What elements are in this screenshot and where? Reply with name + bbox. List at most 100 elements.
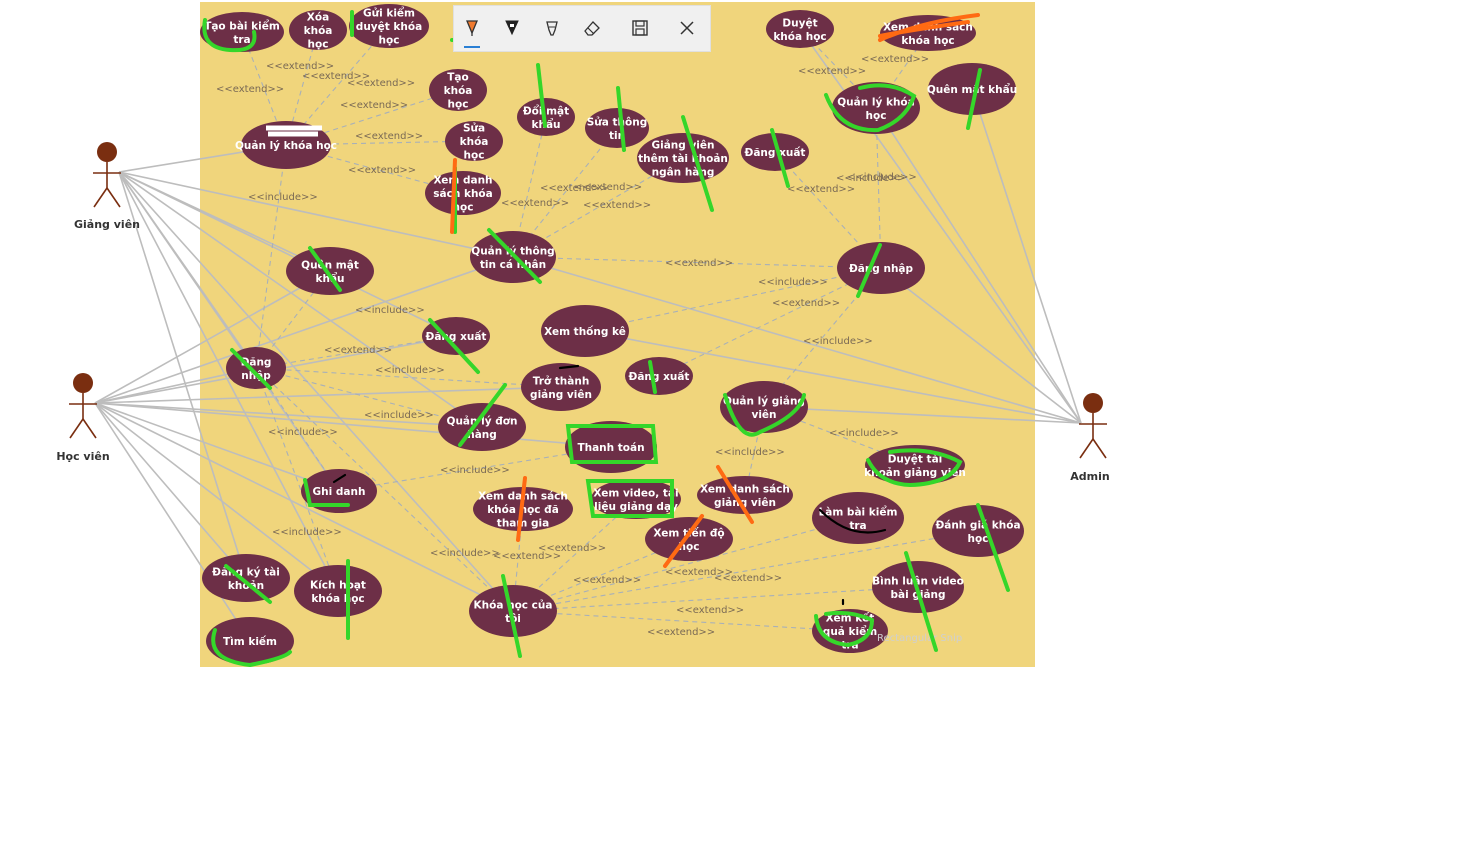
use-case-label: thêm tài khoản	[638, 153, 728, 165]
use-case-label: học	[379, 35, 400, 47]
relation-label: <<extend>>	[798, 66, 866, 77]
snip-toolbar	[453, 5, 711, 52]
use-case-label: Ghi danh	[313, 486, 366, 498]
use-case[interactable]: Đánh giá khóa học	[932, 505, 1024, 557]
use-case-label: viên	[751, 409, 776, 421]
use-case[interactable]: Đổi mậtkhẩu	[517, 98, 575, 136]
relation-label: <<extend>>	[355, 131, 423, 142]
use-case[interactable]: Quản lý đơnhàng	[438, 403, 526, 451]
relation-label: <<extend>>	[340, 100, 408, 111]
save-icon	[632, 20, 648, 36]
use-case-label: học	[448, 99, 469, 111]
use-case[interactable]: Đăng ký tàikhoản	[202, 554, 290, 602]
use-case[interactable]: Xem video, tài liệu giảng dạy	[591, 479, 681, 519]
use-case-label: Tìm kiếm	[223, 635, 277, 648]
use-case[interactable]: Làm bài kiểmtra	[812, 492, 904, 544]
use-case-label: khóa học	[773, 31, 826, 43]
use-case[interactable]: Trở thành giảng viên	[521, 363, 601, 411]
use-case-label: Duyệt tài	[888, 453, 943, 465]
use-case-label: Duyệt	[782, 17, 817, 29]
use-case[interactable]: Quản lý giảng viên	[720, 381, 808, 433]
use-case[interactable]: Duyệt khóa học	[766, 10, 834, 48]
use-case[interactable]: Xem danhsách khóahọc	[425, 171, 501, 215]
use-case-label: tham gia	[497, 518, 549, 530]
use-case[interactable]: Xem thống kê	[541, 305, 629, 357]
use-case-label: Giảng viên	[652, 140, 715, 152]
use-case[interactable]: Quên mậtkhẩu	[286, 247, 374, 295]
use-case[interactable]: Thanh toán	[565, 421, 657, 473]
use-case-label: học	[866, 110, 887, 122]
use-case-label: Thanh toán	[577, 442, 644, 454]
pencil-icon	[505, 20, 519, 36]
use-case-label: Đăng ký tài	[212, 566, 280, 578]
use-case-label: tra	[233, 34, 250, 46]
save-tool[interactable]	[624, 12, 656, 44]
relation-label: <<include>>	[758, 277, 828, 288]
relation-label: <<extend>>	[501, 198, 569, 209]
use-case[interactable]: Kích hoạt khóa học	[294, 565, 382, 617]
highlighter-tool[interactable]	[536, 12, 568, 44]
relation-label: <<include>>	[355, 305, 425, 316]
use-case-label: Đăng xuất	[426, 330, 487, 343]
use-case-label: duyệt khóa	[356, 21, 422, 33]
relation-label: <<include>>	[248, 192, 318, 203]
use-case-label: khóa	[444, 85, 473, 97]
eraser-icon	[584, 21, 600, 36]
relation-label: <<include>>	[829, 428, 899, 439]
use-case-label: Quên mật khẩu	[927, 83, 1017, 96]
snip-watermark: Rectangular Snip	[877, 633, 962, 644]
use-case-label: Làm bài kiểm	[819, 505, 898, 518]
relation-label: <<extend>>	[787, 184, 855, 195]
close-icon	[680, 21, 694, 35]
use-case-label: Sửa thông	[587, 116, 647, 128]
relation-label: <<extend>>	[861, 54, 929, 65]
use-case-label: Quản lý khóa	[837, 96, 914, 108]
use-case-label: giảng viên	[530, 389, 592, 401]
relation-label: <<include>>	[364, 410, 434, 421]
highlighter-icon	[546, 21, 558, 36]
relation-label: <<extend>>	[665, 258, 733, 269]
use-case-label: khóa	[304, 25, 333, 37]
use-case-label: Gửi kiểm	[363, 7, 415, 20]
use-case[interactable]: Đăng nhập	[837, 242, 925, 294]
relation-label: <<extend>>	[216, 84, 284, 95]
use-case-label: liệu giảng dạy	[594, 501, 678, 513]
use-case[interactable]: Tạokhóa học	[429, 69, 487, 111]
relation-label: <<extend>>	[324, 345, 392, 356]
actor-label: Học viên	[56, 450, 109, 463]
relation-label: <<extend>>	[348, 165, 416, 176]
use-case[interactable]: Gửi kiểmduyệt khóa học	[349, 4, 429, 48]
use-case-label: Đánh giá khóa	[935, 519, 1020, 531]
use-case-label: Trở thành	[533, 375, 590, 387]
relation-label: <<extend>>	[574, 182, 642, 193]
relation-label: <<include>>	[272, 527, 342, 538]
use-case-label: khóa học	[901, 35, 954, 47]
use-case-label: Quên mật	[301, 259, 359, 271]
relation-label: <<extend>>	[538, 543, 606, 554]
use-case[interactable]: Sửa thôngtin	[585, 108, 649, 148]
eraser-tool[interactable]	[576, 12, 608, 44]
use-case-label: học	[464, 150, 485, 162]
use-case-label: Xem thống kê	[544, 325, 626, 338]
use-case-label: Đăng nhập	[849, 263, 914, 275]
use-case-label: học	[308, 39, 329, 51]
pencil-tool[interactable]	[496, 12, 528, 44]
relation-label: <<include>>	[847, 172, 917, 183]
use-case-label: Tạo bài kiểm	[204, 19, 280, 32]
actor-head	[73, 373, 93, 393]
use-case-label: Xem video, tài	[593, 487, 678, 499]
ballpoint-pen-tool[interactable]	[456, 12, 488, 44]
actor-student: Học viên	[56, 373, 110, 463]
relation-label: <<include>>	[715, 447, 785, 458]
use-case-label: Tạo	[447, 72, 468, 84]
use-case[interactable]: Xem tiến độhọc	[645, 517, 733, 561]
use-case-label: Quản lý giảng	[723, 395, 805, 407]
use-case-label: tin cá nhân	[480, 259, 546, 271]
relation-label: <<include>>	[430, 548, 500, 559]
close-tool[interactable]	[671, 12, 703, 44]
relation-label: <<extend>>	[573, 575, 641, 586]
use-case-label: học	[968, 533, 989, 545]
use-case[interactable]: Giảng viênthêm tài khoản ngân hàng	[637, 133, 729, 183]
use-case-label: Sửa	[463, 123, 485, 135]
use-case[interactable]: Đăng xuất	[625, 357, 693, 395]
